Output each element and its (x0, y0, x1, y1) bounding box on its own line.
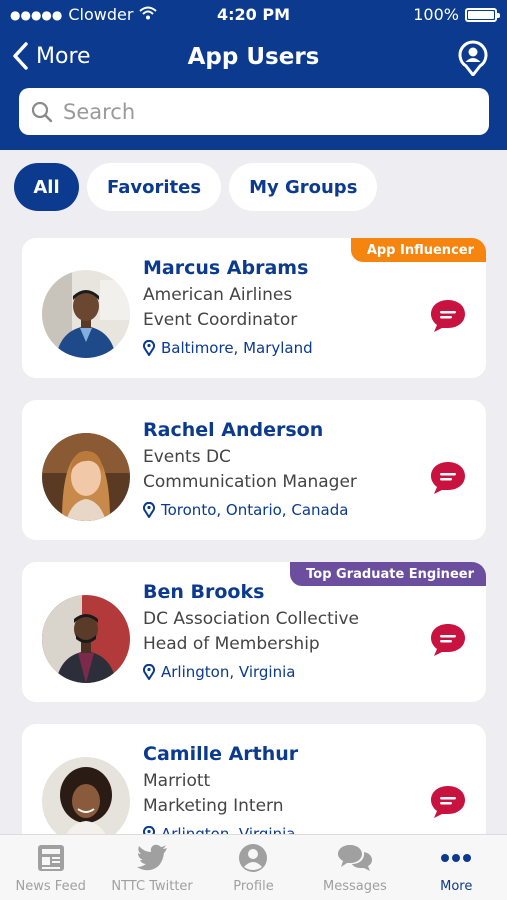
message-button[interactable] (430, 298, 466, 332)
user-job-title: Event Coordinator (143, 310, 298, 330)
navigation-bar: More App Users (0, 36, 507, 82)
battery-info: 100% (413, 5, 500, 24)
user-organization: DC Association Collective (143, 609, 359, 629)
newspaper-icon (37, 845, 64, 871)
tab-profile[interactable]: Profile (203, 835, 304, 900)
message-button[interactable] (430, 784, 466, 818)
user-location-text: Baltimore, Maryland (161, 339, 313, 357)
tab-label: More (440, 879, 473, 894)
user-location-button[interactable] (457, 40, 489, 77)
chat-bubble-icon (431, 624, 465, 656)
user-card[interactable]: Camille Arthur Marriott Marketing Intern… (22, 724, 486, 835)
user-organization: Marriott (143, 771, 211, 791)
search-bar[interactable] (19, 88, 489, 135)
back-button-label: More (36, 43, 91, 69)
user-organization: American Airlines (143, 285, 293, 305)
engineer-badge: Top Graduate Engineer (290, 562, 486, 586)
filter-all[interactable]: All (14, 163, 79, 211)
user-card[interactable]: App Influencer Marcus Abrams American Ai… (22, 238, 486, 378)
user-name[interactable]: Ben Brooks (143, 581, 264, 603)
tab-news-feed[interactable]: News Feed (0, 835, 101, 900)
user-location: Toronto, Ontario, Canada (143, 501, 348, 519)
user-job-title: Head of Membership (143, 634, 320, 654)
location-pin-icon (143, 664, 155, 680)
chat-bubble-icon (431, 786, 465, 818)
influencer-badge: App Influencer (350, 238, 486, 262)
message-button[interactable] (430, 460, 466, 494)
user-name[interactable]: Camille Arthur (143, 743, 298, 765)
more-dots-icon (441, 854, 472, 862)
profile-icon (239, 844, 268, 872)
user-name[interactable]: Marcus Abrams (143, 257, 308, 279)
bottom-tab-bar: News Feed NTTC Twitter Profile Messages … (0, 834, 507, 900)
user-card[interactable]: Top Graduate Engineer Ben Brooks DC Asso… (22, 562, 486, 702)
user-pin-icon (458, 40, 488, 77)
chat-bubble-icon (431, 462, 465, 494)
user-list[interactable]: App Influencer Marcus Abrams American Ai… (22, 238, 486, 835)
status-bar: ●●●●● Clowder 4:20 PM 100% (0, 0, 507, 30)
twitter-bird-icon (137, 844, 168, 871)
back-button[interactable]: More (12, 42, 91, 70)
battery-icon (465, 7, 500, 22)
app-header: ●●●●● Clowder 4:20 PM 100% More App User… (0, 0, 507, 150)
user-location-text: Arlington, Virginia (161, 663, 296, 681)
tab-more[interactable]: More (406, 835, 507, 900)
filter-my-groups[interactable]: My Groups (229, 163, 378, 211)
messages-icon (337, 845, 372, 871)
user-job-title: Marketing Intern (143, 796, 284, 816)
user-name[interactable]: Rachel Anderson (143, 419, 323, 441)
chevron-left-icon (13, 42, 28, 70)
user-location: Arlington, Virginia (143, 663, 295, 681)
avatar[interactable] (42, 433, 130, 521)
user-location-text: Toronto, Ontario, Canada (161, 501, 349, 519)
tab-label: News Feed (15, 879, 86, 894)
location-pin-icon (143, 340, 155, 356)
tab-label: NTTC Twitter (111, 879, 193, 894)
message-button[interactable] (430, 622, 466, 656)
avatar[interactable] (42, 595, 130, 683)
avatar[interactable] (42, 270, 130, 358)
filter-favorites[interactable]: Favorites (87, 163, 222, 211)
search-icon (31, 101, 53, 122)
location-pin-icon (143, 502, 155, 518)
tab-messages[interactable]: Messages (304, 835, 405, 900)
tab-nttc-twitter[interactable]: NTTC Twitter (101, 835, 202, 900)
user-organization: Events DC (143, 447, 231, 467)
battery-percent: 100% (413, 5, 459, 24)
avatar[interactable] (42, 757, 130, 835)
tab-label: Profile (233, 879, 274, 894)
user-location: Baltimore, Maryland (143, 339, 313, 357)
user-job-title: Communication Manager (143, 472, 357, 492)
chat-bubble-icon (431, 300, 465, 332)
filter-tabs: All Favorites My Groups (14, 163, 385, 211)
user-card[interactable]: Rachel Anderson Events DC Communication … (22, 400, 486, 540)
search-input[interactable] (63, 99, 463, 124)
tab-label: Messages (322, 879, 387, 894)
